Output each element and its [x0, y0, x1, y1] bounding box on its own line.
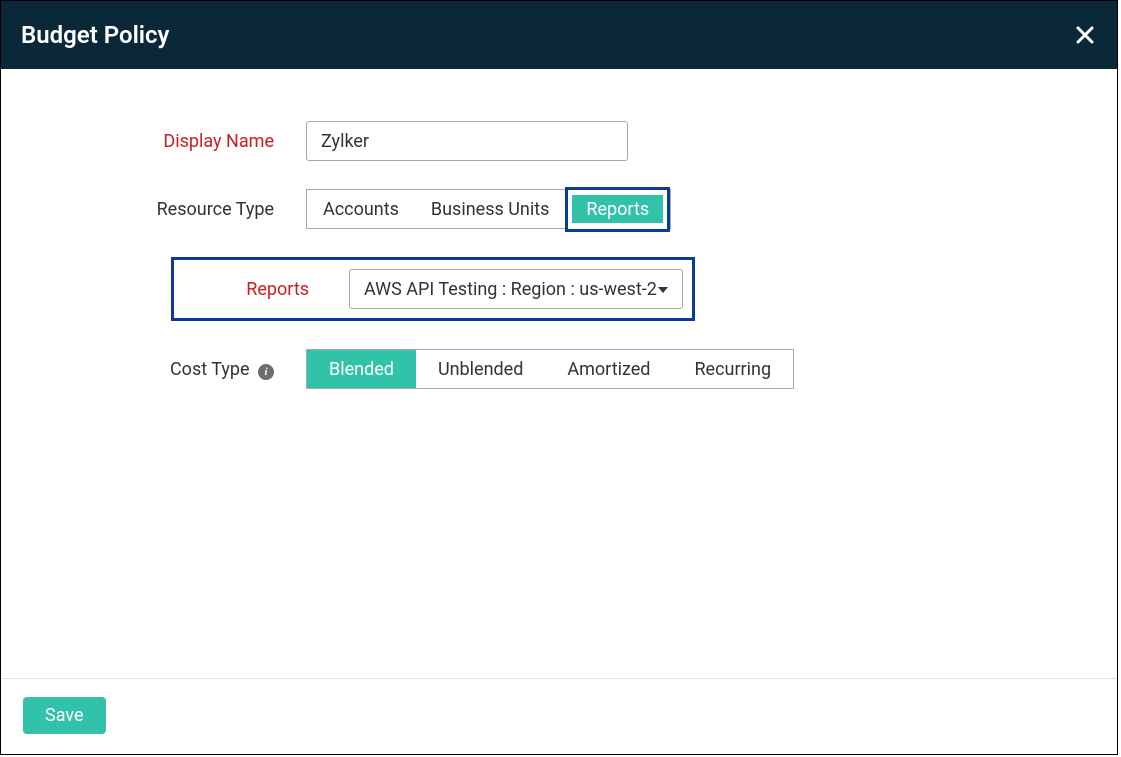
- reports-label: Reports: [183, 279, 309, 300]
- reports-select-value: AWS API Testing : Region : us-west-2: [364, 279, 657, 300]
- cost-type-label: Cost Type i: [1, 359, 306, 380]
- cost-type-row: Cost Type i Blended Unblended Amortized …: [1, 349, 1117, 389]
- close-icon[interactable]: [1073, 23, 1097, 47]
- save-button[interactable]: Save: [23, 697, 106, 734]
- cost-type-amortized[interactable]: Amortized: [545, 350, 672, 388]
- resource-type-business-units[interactable]: Business Units: [415, 190, 566, 228]
- display-name-label: Display Name: [1, 131, 306, 152]
- cost-type-recurring[interactable]: Recurring: [672, 350, 793, 388]
- caret-down-icon: [658, 282, 668, 296]
- display-name-row: Display Name: [1, 121, 1117, 161]
- modal-body: Display Name Resource Type Accounts Busi…: [1, 69, 1117, 678]
- modal-footer: Save: [1, 678, 1117, 754]
- resource-type-reports[interactable]: Reports: [572, 195, 663, 223]
- resource-type-label: Resource Type: [1, 199, 306, 220]
- reports-select[interactable]: AWS API Testing : Region : us-west-2: [349, 269, 683, 309]
- cost-type-blended[interactable]: Blended: [307, 350, 416, 388]
- resource-type-group: Accounts Business Units Reports: [306, 189, 671, 229]
- resource-type-highlight-box: Reports: [565, 187, 670, 232]
- resource-type-row: Resource Type Accounts Business Units Re…: [1, 189, 1117, 229]
- info-icon[interactable]: i: [258, 364, 274, 380]
- cost-type-unblended[interactable]: Unblended: [416, 350, 545, 388]
- modal-title: Budget Policy: [21, 21, 169, 49]
- budget-policy-modal: Budget Policy Display Name Resource Type…: [0, 0, 1118, 755]
- cost-type-group: Blended Unblended Amortized Recurring: [306, 349, 794, 389]
- resource-type-accounts[interactable]: Accounts: [307, 190, 415, 228]
- modal-header: Budget Policy: [1, 1, 1117, 69]
- reports-highlight-box: Reports AWS API Testing : Region : us-we…: [171, 257, 695, 321]
- reports-row: Reports AWS API Testing : Region : us-we…: [171, 257, 695, 321]
- display-name-input[interactable]: [306, 121, 628, 161]
